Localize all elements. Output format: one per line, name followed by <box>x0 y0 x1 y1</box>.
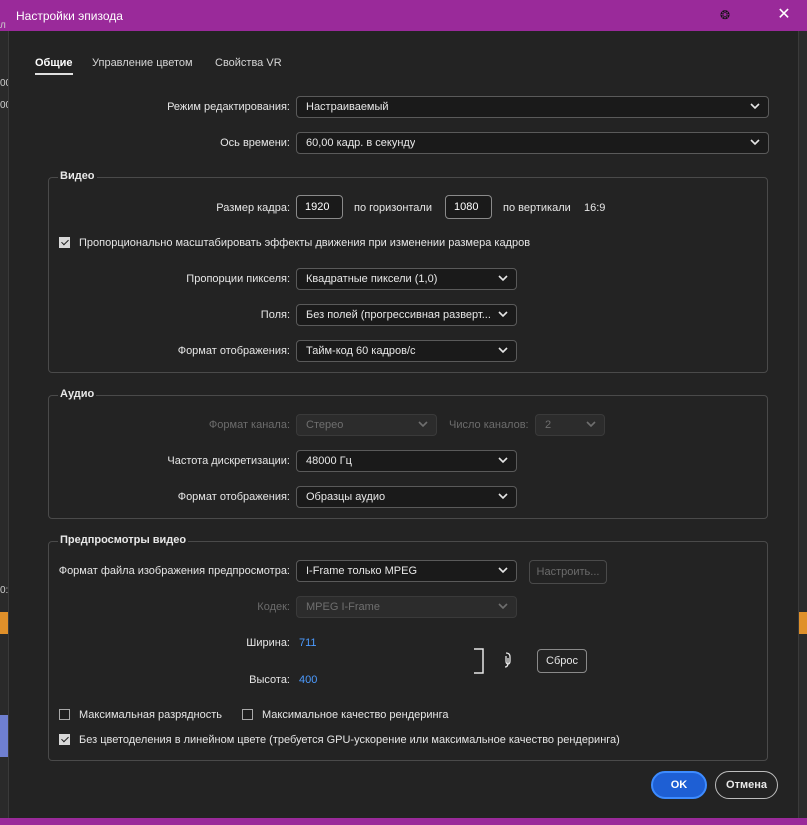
timebase-select[interactable]: 60,00 кадр. в секунду <box>296 132 769 154</box>
max-render-quality-label: Максимальное качество рендеринга <box>262 709 449 721</box>
preview-file-format-label: Формат файла изображения предпросмотра: <box>58 565 290 577</box>
cancel-button[interactable]: Отмена <box>715 771 778 799</box>
reset-button[interactable]: Сброс <box>537 649 587 673</box>
preview-height-label: Высота: <box>249 674 290 686</box>
pin-icon[interactable]: ❂ <box>716 8 734 22</box>
pixel-aspect-label: Пропорции пикселя: <box>186 273 290 285</box>
pixel-aspect-value: Квадратные пиксели (1,0) <box>306 273 438 285</box>
max-bit-depth-checkbox[interactable] <box>59 709 70 720</box>
codec-select: MPEG I-Frame <box>296 596 517 618</box>
audio-display-format-select[interactable]: Образцы аудио <box>296 486 517 508</box>
sample-rate-label: Частота дискретизации: <box>167 455 290 467</box>
fields-label: Поля: <box>260 309 290 321</box>
linear-color-label: Без цветоделения в линейном цвете (требу… <box>79 734 620 746</box>
sample-rate-value: 48000 Гц <box>306 455 352 467</box>
audio-group-title: Аудио <box>58 388 97 400</box>
background-text: 00 <box>0 100 12 111</box>
fields-select[interactable]: Без полей (прогрессивная разверт... <box>296 304 517 326</box>
channel-format-value: Стерео <box>306 419 344 431</box>
configure-button: Настроить... <box>529 560 607 584</box>
chevron-down-icon <box>498 275 508 282</box>
frame-height-input[interactable]: 1080 <box>445 195 492 219</box>
tab-general[interactable]: Общие <box>35 57 73 75</box>
channel-format-label: Формат канала: <box>208 419 290 431</box>
chevron-down-icon <box>586 421 596 428</box>
link-bracket <box>474 648 484 674</box>
vertical-label: по вертикали <box>503 202 571 214</box>
codec-label: Кодек: <box>257 601 290 613</box>
background-timeline-clip <box>0 715 8 757</box>
close-icon[interactable]: ✕ <box>772 4 796 26</box>
background-timeline-clip <box>0 612 8 634</box>
audio-display-format-label: Формат отображения: <box>177 491 290 503</box>
channels-count-select: 2 <box>535 414 605 436</box>
chevron-down-icon <box>498 311 508 318</box>
max-render-quality-checkbox[interactable] <box>242 709 253 720</box>
video-display-format-select[interactable]: Тайм-код 60 кадров/с <box>296 340 517 362</box>
edit-mode-label: Режим редактирования: <box>167 101 290 113</box>
chevron-down-icon <box>498 493 508 500</box>
audio-display-format-value: Образцы аудио <box>306 491 386 503</box>
max-bit-depth-label: Максимальная разрядность <box>79 709 223 721</box>
channels-count-label: Число каналов: <box>449 419 529 431</box>
horizontal-label: по горизонтали <box>354 202 432 214</box>
preview-width-value[interactable]: 711 <box>299 637 317 649</box>
preview-height-value[interactable]: 400 <box>299 674 317 686</box>
sample-rate-select[interactable]: 48000 Гц <box>296 450 517 472</box>
edit-mode-select[interactable]: Настраиваемый <box>296 96 769 118</box>
channels-count-value: 2 <box>545 419 552 431</box>
video-previews-group-title: Предпросмотры видео <box>58 534 189 546</box>
preview-file-format-value: I-Frame только MPEG <box>306 565 417 577</box>
chevron-down-icon <box>418 421 428 428</box>
timebase-label: Ось времени: <box>220 137 290 149</box>
background-app-left <box>0 31 8 818</box>
video-group-title: Видео <box>58 170 97 182</box>
preview-file-format-select[interactable]: I-Frame только MPEG <box>296 560 517 582</box>
frame-size-label: Размер кадра: <box>216 202 290 214</box>
chevron-down-icon <box>750 103 760 110</box>
background-text: 0: <box>0 585 9 596</box>
video-display-format-label: Формат отображения: <box>177 345 290 357</box>
chevron-down-icon <box>498 457 508 464</box>
title-bar: Настройки эпизода ❂ ✕ <box>0 0 807 31</box>
link-chain-icon[interactable] <box>502 651 514 669</box>
tab-color-management[interactable]: Управление цветом <box>92 57 193 73</box>
window-bottom-border <box>0 818 807 825</box>
linear-color-checkbox[interactable] <box>59 734 70 745</box>
preview-width-label: Ширина: <box>246 637 290 649</box>
channel-format-select: Стерео <box>296 414 437 436</box>
chevron-down-icon <box>498 347 508 354</box>
tab-vr-properties[interactable]: Свойства VR <box>215 57 282 73</box>
codec-value: MPEG I-Frame <box>306 601 380 613</box>
aspect-ratio-text: 16:9 <box>584 202 606 214</box>
fields-value: Без полей (прогрессивная разверт... <box>306 309 491 321</box>
chevron-down-icon <box>498 603 508 610</box>
background-text: 00 <box>0 78 12 89</box>
video-display-format-value: Тайм-код 60 кадров/с <box>306 345 416 357</box>
pixel-aspect-select[interactable]: Квадратные пиксели (1,0) <box>296 268 517 290</box>
window-title: Настройки эпизода <box>16 9 123 23</box>
chevron-down-icon <box>498 567 508 574</box>
chevron-down-icon <box>750 139 760 146</box>
timebase-value: 60,00 кадр. в секунду <box>306 137 416 149</box>
scale-effects-checkbox[interactable] <box>59 237 70 248</box>
edit-mode-value: Настраиваемый <box>306 101 389 113</box>
frame-width-input[interactable]: 1920 <box>296 195 343 219</box>
background-text: л <box>0 20 6 31</box>
ok-button[interactable]: OK <box>651 771 707 799</box>
scale-effects-label: Пропорционально масштабировать эффекты д… <box>79 237 531 249</box>
